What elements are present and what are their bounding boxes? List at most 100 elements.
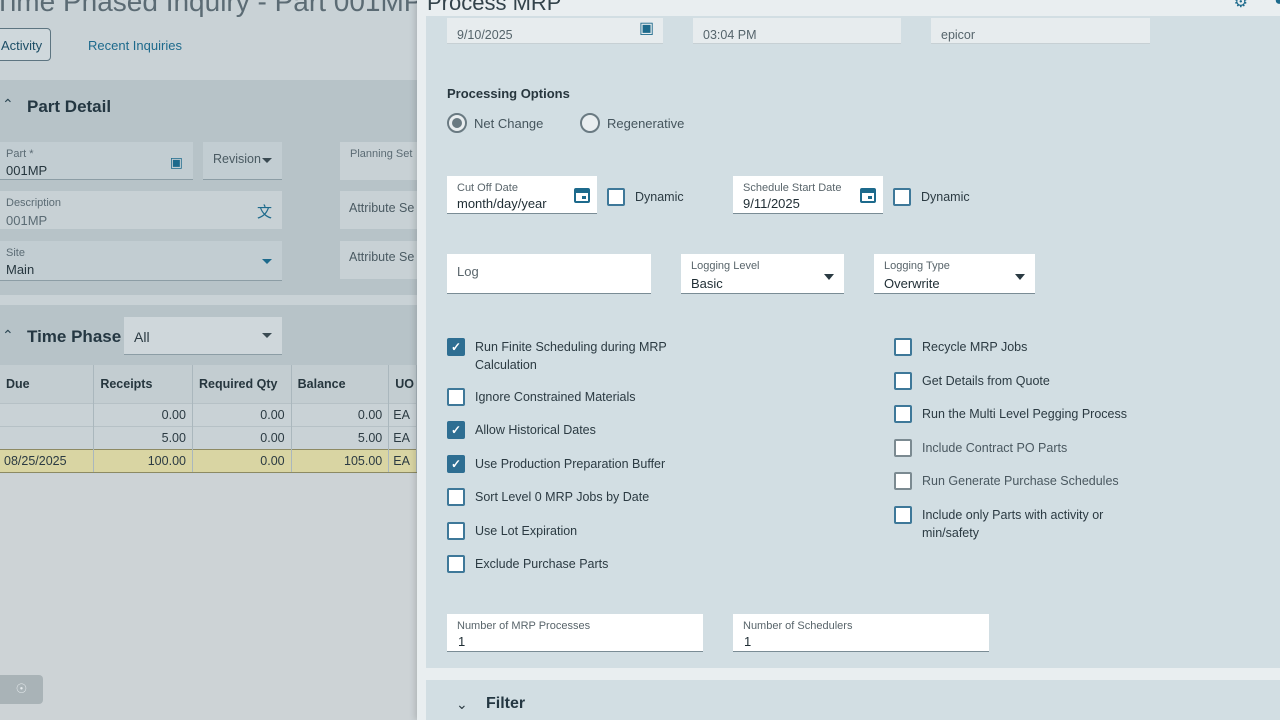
checkbox-run-generate-purchase-schedules[interactable]: Run Generate Purchase Schedules	[894, 472, 1119, 490]
schedule-start-date-field[interactable]: Schedule Start Date 9/11/2025	[733, 176, 883, 214]
table-row[interactable]: 5.00 0.00 5.00 EA	[0, 425, 417, 449]
cell-required-qty: 0.00	[192, 402, 292, 426]
run-date-field[interactable]: 9/10/2025 ▣	[447, 18, 663, 44]
search-icon[interactable]: ▣	[170, 154, 183, 171]
site-field[interactable]: Site Main	[0, 241, 282, 281]
attribute-set-field-2[interactable]: Attribute Se	[340, 241, 417, 279]
checkbox-label: Run the Multi Level Pegging Process	[922, 407, 1127, 421]
description-value: 001MP	[6, 213, 48, 228]
cut-off-dynamic-checkbox[interactable]: Dynamic	[607, 188, 684, 206]
checkbox-icon	[447, 488, 465, 506]
revision-label: Revision	[213, 152, 261, 166]
tab-recent-inquiries[interactable]: Recent Inquiries	[88, 38, 182, 53]
schedulers-value: 1	[744, 634, 752, 649]
floating-action-button[interactable]: ☉	[0, 675, 43, 704]
help-icon[interactable]: ●	[1274, 0, 1280, 10]
column-header-required-qty[interactable]: Required Qty	[192, 365, 292, 403]
page-title: Time Phased Inquiry - Part 001MP	[0, 0, 417, 17]
logging-level-select[interactable]: Logging Level Basic	[681, 254, 844, 294]
column-header-uom[interactable]: UO	[388, 365, 417, 403]
cell-due	[0, 425, 95, 449]
filter-section[interactable]: ⌄ Filter	[426, 680, 1280, 720]
schedule-start-date-value: 9/11/2025	[743, 196, 800, 211]
run-time-field[interactable]: 03:04 PM	[693, 18, 901, 44]
calendar-icon[interactable]: ▣	[639, 18, 657, 37]
part-field[interactable]: Part * 001MP ▣	[0, 142, 193, 180]
logging-type-select[interactable]: Logging Type Overwrite	[874, 254, 1035, 294]
description-field[interactable]: Description 001MP 文	[0, 191, 282, 229]
chevron-down-icon[interactable]: ⌄	[456, 696, 468, 713]
gear-icon[interactable]: ⚙	[1234, 0, 1248, 12]
table-row[interactable]: 0.00 0.00 0.00 EA	[0, 402, 417, 426]
planning-set-field[interactable]: Planning Set	[340, 142, 417, 180]
chevron-up-icon[interactable]: ⌃	[2, 327, 14, 344]
revision-field[interactable]: Revision	[203, 142, 282, 180]
chevron-up-icon[interactable]: ⌃	[2, 96, 14, 113]
description-label: Description	[6, 197, 62, 209]
attribute-set-field-1[interactable]: Attribute Se	[340, 191, 417, 229]
checkbox-label: Run Finite Scheduling during MRP Calcula…	[475, 340, 667, 372]
checkbox-label: Dynamic	[635, 190, 684, 204]
checkbox-include-only-parts-with-activity[interactable]: Include only Parts with activity or min/…	[894, 506, 1124, 542]
checkbox-ignore-constrained-materials[interactable]: Ignore Constrained Materials	[447, 388, 636, 406]
checkbox-include-contract-po-parts[interactable]: Include Contract PO Parts	[894, 439, 1067, 457]
part-detail-title: Part Detail	[27, 97, 112, 116]
checkbox-sort-level-0-mrp-jobs[interactable]: Sort Level 0 MRP Jobs by Date	[447, 488, 649, 506]
log-label: Log	[457, 264, 479, 279]
radio-regenerative[interactable]: Regenerative	[580, 113, 684, 133]
site-value: Main	[6, 262, 35, 277]
checkbox-checked-icon: ✓	[447, 338, 465, 356]
table-row-selected[interactable]: 08/25/2025 100.00 0.00 105.00 EA	[0, 448, 417, 473]
radio-selected-icon	[447, 113, 467, 133]
checkbox-allow-historical-dates[interactable]: ✓ Allow Historical Dates	[447, 421, 596, 439]
background-page: Time Phased Inquiry - Part 001MP Activit…	[0, 0, 417, 720]
panel-title: Process MRP	[427, 0, 562, 15]
column-header-due[interactable]: Due	[0, 365, 95, 403]
checkbox-icon	[894, 338, 912, 356]
checkbox-icon	[447, 522, 465, 540]
logging-type-label: Logging Type	[884, 260, 950, 272]
mrp-processes-field[interactable]: Number of MRP Processes 1	[447, 614, 703, 652]
checkbox-label: Sort Level 0 MRP Jobs by Date	[475, 490, 650, 504]
cell-receipts: 100.00	[93, 448, 193, 473]
schedulers-field[interactable]: Number of Schedulers 1	[733, 614, 989, 652]
checkbox-label: Exclude Purchase Parts	[475, 557, 609, 571]
attribute-set-label: Attribute Se	[349, 250, 415, 264]
schedule-dynamic-checkbox[interactable]: Dynamic	[893, 188, 970, 206]
time-phase-filter-select[interactable]: All	[124, 317, 282, 355]
chevron-down-icon	[262, 333, 272, 338]
translate-icon[interactable]: 文	[257, 201, 272, 222]
checkbox-icon	[894, 439, 912, 457]
checkbox-recycle-mrp-jobs[interactable]: Recycle MRP Jobs	[894, 338, 1027, 356]
column-header-balance[interactable]: Balance	[291, 365, 390, 403]
calendar-icon[interactable]	[573, 186, 591, 204]
radio-unselected-icon	[580, 113, 600, 133]
cell-due	[0, 402, 95, 426]
checkbox-run-multi-level-pegging[interactable]: Run the Multi Level Pegging Process	[894, 405, 1127, 423]
checkbox-exclude-purchase-parts[interactable]: Exclude Purchase Parts	[447, 555, 608, 573]
cell-receipts: 0.00	[93, 402, 193, 426]
calendar-icon[interactable]	[859, 186, 877, 204]
checkbox-icon	[447, 555, 465, 573]
checkbox-label: Include only Parts with activity or min/…	[922, 508, 1104, 540]
checkbox-get-details-from-quote[interactable]: Get Details from Quote	[894, 372, 1050, 390]
cut-off-date-field[interactable]: Cut Off Date month/day/year	[447, 176, 597, 214]
checkbox-label: Dynamic	[921, 190, 970, 204]
part-value: 001MP	[6, 163, 48, 178]
cell-required-qty: 0.00	[192, 425, 292, 449]
cell-uom: EA	[388, 448, 417, 473]
schedule-start-date-label: Schedule Start Date	[743, 182, 842, 194]
checkbox-use-production-preparation-buffer[interactable]: ✓ Use Production Preparation Buffer	[447, 455, 665, 473]
log-field[interactable]: Log	[447, 254, 651, 294]
tab-activity[interactable]: Activity	[0, 28, 51, 61]
user-field[interactable]: epicor	[931, 18, 1150, 44]
checkbox-run-finite-scheduling[interactable]: ✓ Run Finite Scheduling during MRP Calcu…	[447, 338, 707, 374]
checkbox-icon	[607, 188, 625, 206]
logging-type-value: Overwrite	[884, 276, 940, 291]
planning-set-label: Planning Set	[350, 148, 413, 160]
radio-net-change[interactable]: Net Change	[447, 113, 543, 133]
column-header-receipts[interactable]: Receipts	[93, 365, 193, 403]
checkbox-use-lot-expiration[interactable]: Use Lot Expiration	[447, 522, 577, 540]
cell-due: 08/25/2025	[0, 448, 95, 473]
cell-balance: 0.00	[291, 402, 390, 426]
